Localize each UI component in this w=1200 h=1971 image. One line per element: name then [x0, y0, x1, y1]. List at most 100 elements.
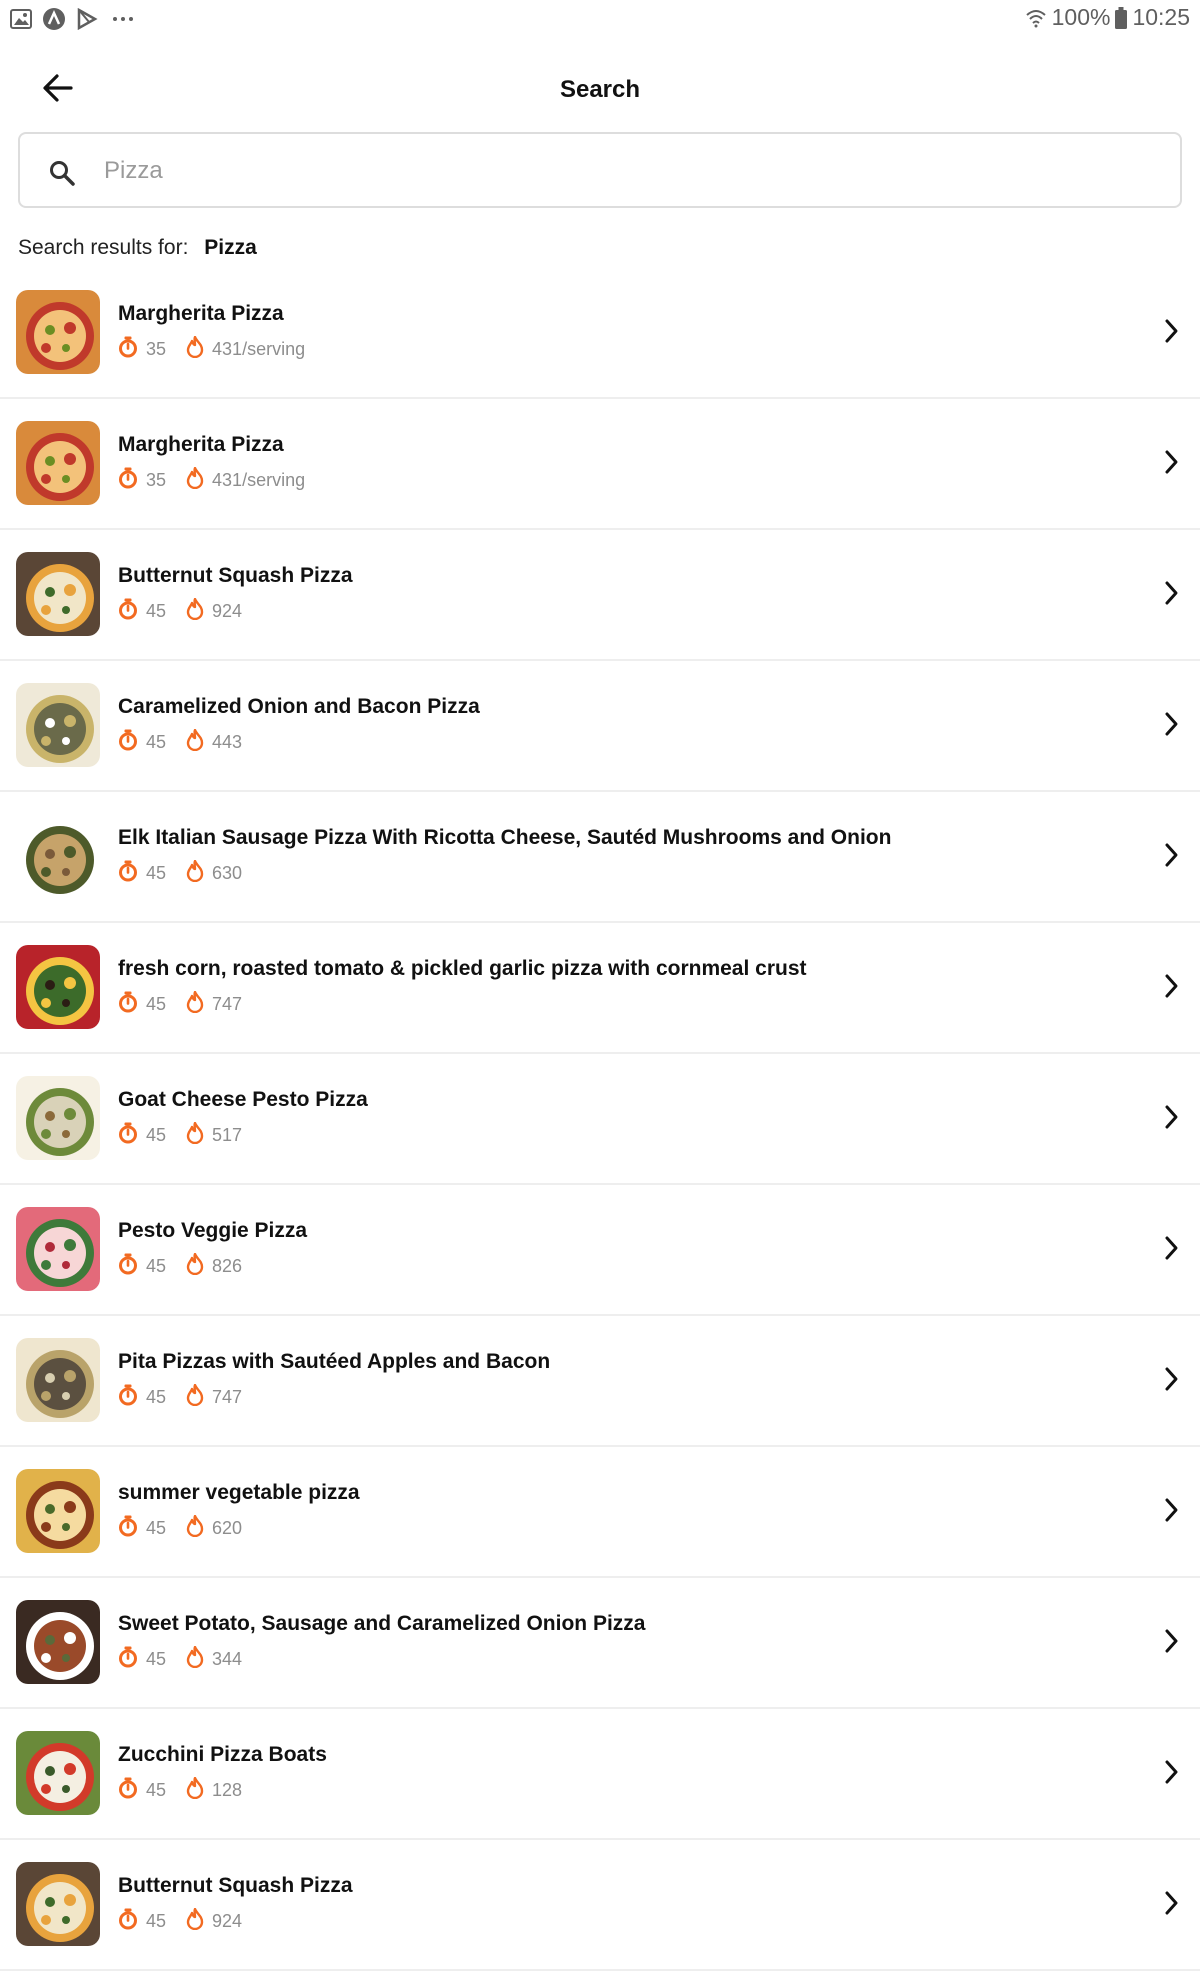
prep-time-value: 45	[146, 732, 167, 752]
search-box[interactable]	[18, 132, 1182, 208]
chevron-right-icon	[1164, 1759, 1180, 1790]
calories: 747	[186, 990, 243, 1018]
results-query: Pizza	[204, 236, 257, 259]
calories-value: 620	[212, 1518, 243, 1538]
recipe-title: Pesto Veggie Pizza	[118, 1219, 308, 1242]
prep-time: 45	[118, 1908, 166, 1935]
prep-time: 45	[118, 1646, 166, 1673]
timer-icon	[118, 1384, 138, 1411]
timer-icon	[118, 336, 138, 363]
prep-time-value: 45	[146, 1518, 167, 1538]
calories-value: 747	[212, 994, 243, 1014]
calories-value: 517	[212, 1125, 243, 1145]
more-dots-icon	[108, 8, 138, 30]
timer-icon	[118, 467, 138, 494]
prep-time-value: 45	[146, 1125, 167, 1145]
list-item[interactable]: Goat Cheese Pesto Pizza 45 517	[0, 1054, 1200, 1185]
list-item[interactable]: fresh corn, roasted tomato & pickled gar…	[0, 923, 1200, 1054]
calories-value: 826	[212, 1256, 243, 1276]
recipe-title: fresh corn, roasted tomato & pickled gar…	[118, 957, 807, 980]
results-list: Margherita Pizza 35 431/serving Margheri…	[0, 268, 1200, 1971]
calories: 924	[186, 597, 243, 625]
prep-time-value: 35	[146, 470, 167, 490]
list-item[interactable]: Pita Pizzas with Sautéed Apples and Baco…	[0, 1316, 1200, 1447]
app-a-icon	[42, 7, 66, 31]
recipe-title: Margherita Pizza	[118, 302, 284, 325]
recipe-title: Zucchini Pizza Boats	[118, 1743, 327, 1766]
recipe-title: Elk Italian Sausage Pizza With Ricotta C…	[118, 826, 892, 849]
flame-icon	[186, 1907, 204, 1935]
search-input[interactable]	[102, 148, 1156, 194]
recipe-meta: 45 826	[118, 1252, 262, 1280]
prep-time-value: 45	[146, 994, 167, 1014]
flame-icon	[186, 335, 204, 363]
recipe-meta: 45 620	[118, 1514, 262, 1542]
calories-value: 924	[212, 601, 243, 621]
list-item[interactable]: Pesto Veggie Pizza 45 826	[0, 1185, 1200, 1316]
recipe-meta: 45 630	[118, 859, 262, 887]
chevron-right-icon	[1164, 1628, 1180, 1659]
list-item[interactable]: Butternut Squash Pizza 45 924	[0, 1840, 1200, 1971]
recipe-thumbnail	[16, 683, 100, 767]
chevron-right-icon	[1164, 1497, 1180, 1528]
prep-time-value: 35	[146, 339, 167, 359]
flame-icon	[186, 859, 204, 887]
list-item[interactable]: Margherita Pizza 35 431/serving	[0, 268, 1200, 399]
recipe-meta: 45 443	[118, 728, 262, 756]
status-bar-left	[10, 7, 138, 31]
recipe-thumbnail	[16, 421, 100, 505]
list-item[interactable]: Elk Italian Sausage Pizza With Ricotta C…	[0, 792, 1200, 923]
flame-icon	[186, 597, 204, 625]
list-item[interactable]: Butternut Squash Pizza 45 924	[0, 530, 1200, 661]
timer-icon	[118, 598, 138, 625]
calories-value: 128	[212, 1780, 243, 1800]
calories: 924	[186, 1907, 242, 1935]
prep-time-value: 45	[146, 1387, 167, 1407]
clock: 10:25	[1132, 4, 1190, 30]
recipe-thumbnail	[16, 1469, 100, 1553]
calories: 128	[186, 1776, 243, 1804]
calories: 747	[186, 1383, 242, 1411]
timer-icon	[118, 1777, 138, 1804]
recipe-title: summer vegetable pizza	[118, 1481, 360, 1504]
list-item[interactable]: Caramelized Onion and Bacon Pizza 45 443	[0, 661, 1200, 792]
results-label: Search results for:	[18, 236, 189, 259]
flame-icon	[186, 1514, 204, 1542]
recipe-thumbnail	[16, 945, 100, 1029]
search-icon	[48, 159, 76, 192]
flame-icon	[186, 1252, 204, 1280]
prep-time: 45	[118, 1253, 166, 1280]
calories: 344	[186, 1645, 242, 1673]
recipe-title: Sweet Potato, Sausage and Caramelized On…	[118, 1612, 646, 1635]
calories-value: 431/serving	[212, 470, 306, 490]
timer-icon	[118, 729, 138, 756]
recipe-meta: 45 517	[118, 1121, 262, 1149]
chevron-right-icon	[1164, 1104, 1180, 1135]
prep-time: 45	[118, 1122, 166, 1149]
list-item[interactable]: Sweet Potato, Sausage and Caramelized On…	[0, 1578, 1200, 1709]
recipe-title: Goat Cheese Pesto Pizza	[118, 1088, 368, 1111]
list-item[interactable]: summer vegetable pizza 45 620	[0, 1447, 1200, 1578]
prep-time: 35	[118, 467, 166, 494]
recipe-title: Caramelized Onion and Bacon Pizza	[118, 695, 480, 718]
prep-time: 45	[118, 1777, 166, 1804]
list-item[interactable]: Zucchini Pizza Boats 45 128	[0, 1709, 1200, 1840]
chevron-right-icon	[1164, 1235, 1180, 1266]
recipe-thumbnail	[16, 552, 100, 636]
prep-time-value: 45	[146, 1780, 167, 1800]
list-item[interactable]: Margherita Pizza 35 431/serving	[0, 399, 1200, 530]
prep-time-value: 45	[146, 863, 167, 883]
calories: 630	[186, 859, 242, 887]
prep-time: 45	[118, 1515, 166, 1542]
timer-icon	[118, 860, 138, 887]
chevron-right-icon	[1164, 449, 1180, 480]
wifi-icon	[1025, 8, 1047, 28]
chevron-right-icon	[1164, 711, 1180, 742]
play-store-icon	[76, 8, 98, 30]
recipe-thumbnail	[16, 1862, 100, 1946]
battery-icon	[1115, 6, 1128, 29]
chevron-right-icon	[1164, 1890, 1180, 1921]
results-heading: Search results for: Pizza	[18, 236, 257, 260]
flame-icon	[186, 1645, 204, 1673]
prep-time: 45	[118, 991, 166, 1018]
